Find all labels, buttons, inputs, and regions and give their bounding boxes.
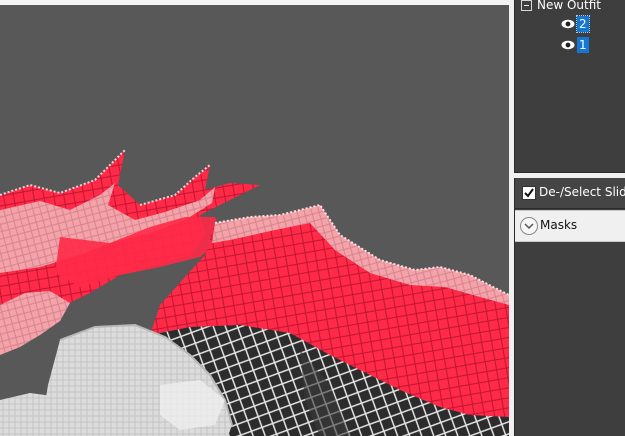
right-panel: New Outfit 2 1 De-/Select Slider (510, 0, 625, 436)
select-sliders-checkbox[interactable] (522, 186, 536, 200)
eye-icon[interactable] (561, 40, 575, 50)
masks-label[interactable]: Masks (540, 218, 577, 232)
eye-icon[interactable] (561, 19, 575, 29)
mesh-render (0, 149, 509, 436)
tree-row-shape[interactable]: 1 (515, 36, 625, 54)
select-sliders-label[interactable]: De-/Select Sliders (539, 185, 625, 199)
expand-chevron-icon[interactable] (520, 217, 538, 235)
shape-label[interactable]: 1 (577, 37, 589, 53)
outfit-tree[interactable]: New Outfit 2 1 (514, 0, 625, 173)
select-sliders-toggle[interactable]: De-/Select Sliders (515, 178, 625, 209)
masks-section-header[interactable]: Masks (515, 210, 625, 242)
slider-panel: De-/Select Sliders Masks (514, 178, 625, 436)
collapse-toggle-icon[interactable] (521, 0, 532, 11)
tree-row-outfit[interactable]: New Outfit (515, 0, 625, 14)
tree-row-shape[interactable]: 2 (515, 15, 625, 33)
3d-viewport[interactable] (0, 5, 509, 436)
checkmark-icon (524, 188, 534, 198)
shape-label[interactable]: 2 (576, 15, 590, 33)
outfit-label[interactable]: New Outfit (537, 0, 601, 14)
